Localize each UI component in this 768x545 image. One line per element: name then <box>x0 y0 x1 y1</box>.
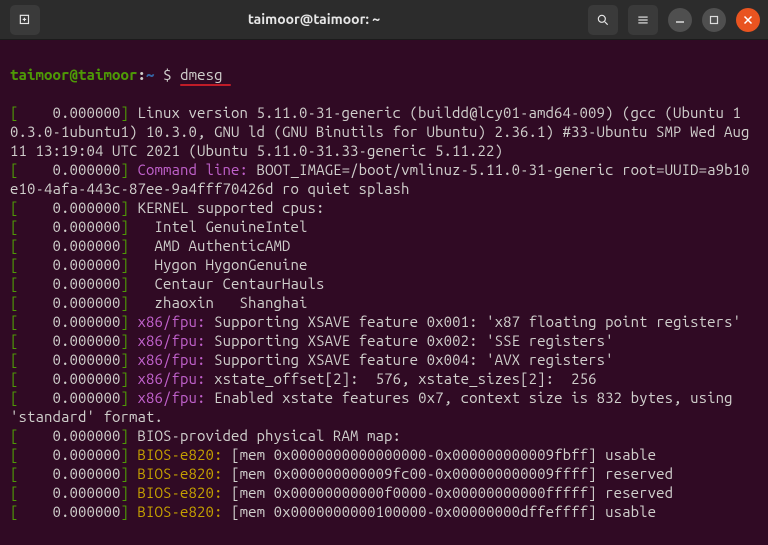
output-line: [ 0.000000] x86/fpu: Enabled xstate feat… <box>10 388 758 426</box>
close-button[interactable] <box>736 8 760 32</box>
output-line: [ 0.000000] Linux version 5.11.0-31-gene… <box>10 103 758 160</box>
output-line: [ 0.000000] BIOS-provided physical RAM m… <box>10 426 758 445</box>
prompt-path: ~ <box>146 66 155 83</box>
output-line: [ 0.000000] KERNEL supported cpus: <box>10 198 758 217</box>
output-line: [ 0.000000] x86/fpu: Supporting XSAVE fe… <box>10 331 758 350</box>
menu-button[interactable] <box>628 5 658 35</box>
output-line: [ 0.000000] AMD AuthenticAMD <box>10 236 758 255</box>
new-tab-button[interactable] <box>10 5 40 35</box>
window-title: taimoor@taimoor: ~ <box>40 10 588 29</box>
window-titlebar: taimoor@taimoor: ~ <box>0 0 768 40</box>
output-line: [ 0.000000] x86/fpu: Supporting XSAVE fe… <box>10 350 758 369</box>
output-line: [ 0.000000] Command line: BOOT_IMAGE=/bo… <box>10 160 758 198</box>
output-line: [ 0.000000] BIOS-e820: [mem 0x0000000000… <box>10 464 758 483</box>
output-line: [ 0.000000] Intel GenuineIntel <box>10 217 758 236</box>
prompt-line: taimoor@taimoor:~ $ dmesg <box>10 66 223 83</box>
typed-command: dmesg <box>180 66 223 83</box>
output-line: [ 0.000000] BIOS-e820: [mem 0x0000000000… <box>10 502 758 521</box>
prompt-userhost: taimoor@taimoor <box>10 66 138 83</box>
annotation-underline <box>180 84 231 86</box>
output-line: [ 0.000000] Centaur CentaurHauls <box>10 274 758 293</box>
output-line: [ 0.000000] BIOS-e820: [mem 0x0000000000… <box>10 483 758 502</box>
output-line: [ 0.000000] x86/fpu: Supporting XSAVE fe… <box>10 312 758 331</box>
search-button[interactable] <box>588 5 618 35</box>
dmesg-lines: [ 0.000000] Linux version 5.11.0-31-gene… <box>10 103 758 521</box>
terminal-output[interactable]: taimoor@taimoor:~ $ dmesg [ 0.000000] Li… <box>0 40 768 545</box>
output-line: [ 0.000000] x86/fpu: xstate_offset[2]: 5… <box>10 369 758 388</box>
minimize-button[interactable] <box>668 8 692 32</box>
output-line: [ 0.000000] Hygon HygonGenuine <box>10 255 758 274</box>
output-line: [ 0.000000] zhaoxin Shanghai <box>10 293 758 312</box>
maximize-button[interactable] <box>702 8 726 32</box>
output-line: [ 0.000000] BIOS-e820: [mem 0x0000000000… <box>10 445 758 464</box>
